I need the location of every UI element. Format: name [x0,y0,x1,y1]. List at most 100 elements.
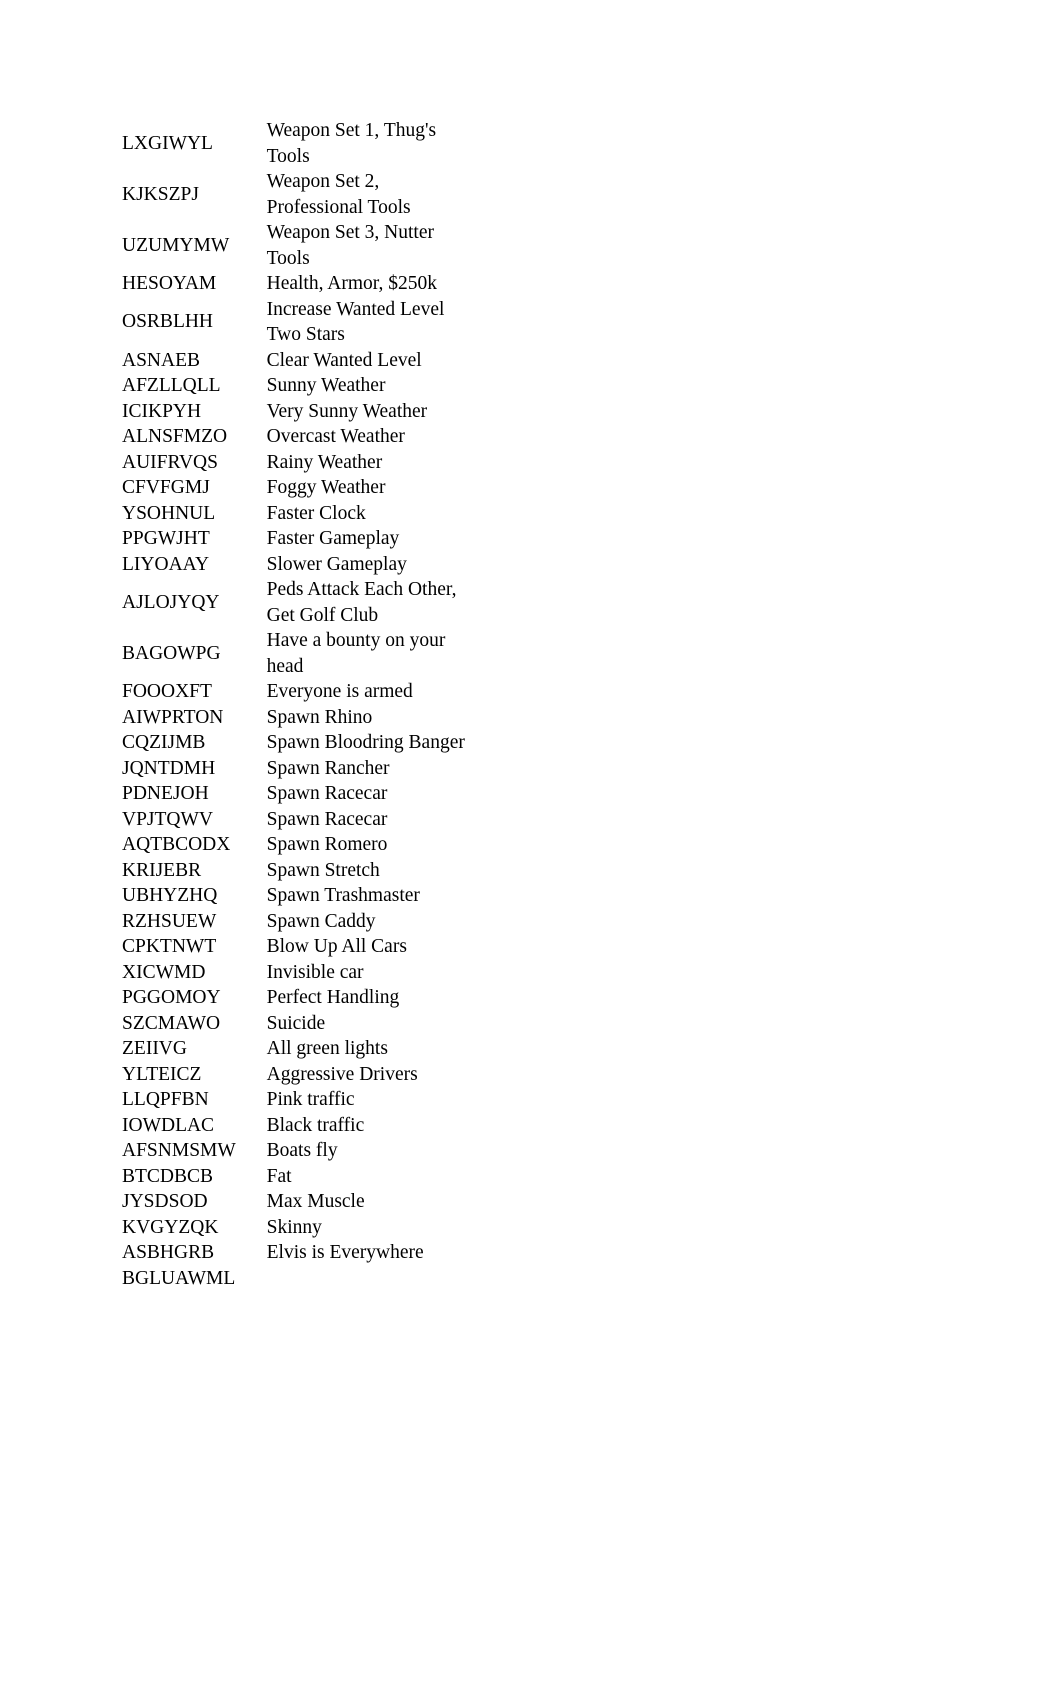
cheat-code-cell: ASBHGRB [122,1242,215,1263]
cheat-description-cell: Sunny Weather [266,375,386,396]
cheat-description-cell: Very Sunny Weather [266,400,428,422]
cheat-code-cell: KJKSZPJ [122,183,199,205]
cheat-code-cell: JYSDSOD [122,1191,208,1212]
cheat-code-cell: XICWMD [122,961,206,983]
cheat-code-cell: AFSNMSMW [122,1140,236,1161]
table-row: BTCDBCB Fat [122,1164,472,1190]
cheat-description-cell: Boats fly [266,1140,338,1161]
cheat-description-cell: Health, Armor, $250k [266,273,437,294]
table-row: LLQPFBN Pink traffic [122,1087,472,1113]
table-row: AJLOJYQY Peds Attack Each Other, Get Golf… [122,577,472,628]
table-row: YLTEICZ Aggressive Drivers [122,1062,472,1088]
cheat-code-cell: ICIKPYH [122,400,202,422]
cheat-description-cell: Spawn Bloodring Banger [266,732,465,753]
cheat-code-table-left-body: LXGIWYL Weapon Set 1, Thug's Tools KJKSZPJ… [122,118,472,1291]
table-row: BGLUAWML [122,1266,472,1292]
cheat-description-cell: Fat [266,1165,292,1187]
cheat-code-cell: AIWPRTON [122,706,224,728]
table-row: UBHYZHQ Spawn Trashmaster [122,883,472,909]
table-row: IOWDLAC Black traffic [122,1113,472,1139]
cheat-description-cell: Slower Gameplay [266,553,407,575]
cheat-description-cell: Weapon Set 3, Nutter Tools [266,222,434,269]
cheat-description-cell: Have a bounty on your head [266,630,446,677]
table-row: AUIFRVQS Rainy Weather [122,450,472,476]
table-row: ASBHGRB Elvis is Everywhere [122,1240,472,1266]
cheat-description-cell: Black traffic [266,1114,365,1136]
cheat-code-cell: AFZLLQLL [122,375,221,396]
table-row: LXGIWYL Weapon Set 1, Thug's Tools [122,118,472,169]
cheat-description-cell: Rainy Weather [266,451,383,473]
cheat-code-cell: CQZIJMB [122,732,206,753]
cheat-description-cell: Spawn Rhino [266,706,373,728]
cheat-description-cell: Spawn Rancher [266,757,390,779]
cheat-description-cell: Faster Gameplay [266,528,400,549]
cheat-description-cell: Spawn Caddy [266,910,376,932]
table-row: AIWPRTON Spawn Rhino [122,705,472,731]
cheat-description-cell: Elvis is Everywhere [266,1242,424,1263]
table-row: AQTBCODX Spawn Romero [122,832,472,858]
cheat-code-cell: BGLUAWML [122,1267,236,1289]
cheat-code-cell: LLQPFBN [122,1089,209,1110]
cheat-code-cell: BTCDBCB [122,1165,214,1187]
table-row: FOOOXFT Everyone is armed [122,679,472,705]
table-row: LIYOAAY Slower Gameplay [122,552,472,578]
cheat-description-cell: Spawn Romero [266,834,388,855]
cheat-code-cell: PDNEJOH [122,783,209,804]
table-row: KVGYZQK Skinny [122,1215,472,1241]
cheat-description-cell: Weapon Set 2, Professional Tools [266,171,411,218]
cheat-description-cell: Max Muscle [266,1191,365,1212]
cheat-code-cell: KRIJEBR [122,859,202,881]
table-row: PPGWJHT Faster Gameplay [122,526,472,552]
cheat-description-cell: All green lights [266,1038,388,1059]
cheat-description-cell: Spawn Trashmaster [266,885,420,906]
table-row: OSRBLHH Increase Wanted Level Two Stars [122,297,472,348]
cheat-description-cell: Aggressive Drivers [266,1063,418,1085]
cheat-code-cell: AQTBCODX [122,834,231,855]
table-row: ALNSFMZO Overcast Weather [122,424,472,450]
cheat-description-cell: Weapon Set 1, Thug's Tools [266,120,437,167]
cheat-description-cell: Clear Wanted Level [266,349,422,371]
table-row: KRIJEBR Spawn Stretch [122,858,472,884]
cheat-code-cell: PGGOMOY [122,987,221,1008]
table-row: AFSNMSMW Boats fly [122,1138,472,1164]
cheat-code-cell: YSOHNUL [122,502,216,524]
cheat-code-cell: CPKTNWT [122,936,217,957]
cheat-description-cell: Skinny [266,1216,322,1238]
cheat-code-cell: PPGWJHT [122,528,210,549]
cheat-code-cell: IOWDLAC [122,1114,215,1136]
cheat-code-cell: FOOOXFT [122,681,212,702]
cheat-code-cell: UZUMYMW [122,234,230,256]
table-row: ICIKPYH Very Sunny Weather [122,399,472,425]
cheat-code-cell: ZEIIVG [122,1038,187,1059]
cheat-description-cell: Overcast Weather [266,426,405,447]
cheat-description-cell: Spawn Racecar [266,783,388,804]
cheat-code-cell: ALNSFMZO [122,426,228,447]
cheat-code-cell: CFVFGMJ [122,477,210,498]
cheat-code-cell: LIYOAAY [122,553,210,575]
table-row: BAGOWPG Have a bounty on your head [122,628,472,679]
cheat-description-cell: Blow Up All Cars [266,936,407,957]
table-row: HESOYAM Health, Armor, $250k [122,271,472,297]
table-row: PDNEJOH Spawn Racecar [122,781,472,807]
cheat-code-cell: BAGOWPG [122,642,221,664]
table-row: JQNTDMH Spawn Rancher [122,756,472,782]
cheat-description-cell: Peds Attack Each Other, Get Golf Club [266,579,457,626]
table-row: KJKSZPJ Weapon Set 2, Professional Tools [122,169,472,220]
cheat-description-cell [267,1266,472,1292]
cheat-code-cell: OSRBLHH [122,311,214,333]
cheat-code-cell: ASNAEB [122,349,201,371]
cheat-description-cell: Suicide [266,1012,326,1034]
cheat-description-cell: Spawn Stretch [266,859,380,881]
cheat-description-cell: Pink traffic [266,1089,355,1110]
table-row: SZCMAWO Suicide [122,1011,472,1037]
cheat-code-cell: YLTEICZ [122,1063,202,1085]
table-row: CFVFGMJ Foggy Weather [122,475,472,501]
table-row: CQZIJMB Spawn Bloodring Banger [122,730,472,756]
table-row: JYSDSOD Max Muscle [122,1189,472,1215]
cheat-description-cell: Faster Clock [266,502,366,524]
cheat-code-cell: AJLOJYQY [122,591,220,613]
cheat-code-cell: RZHSUEW [122,910,217,932]
cheat-code-cell: UBHYZHQ [122,885,218,906]
table-row: UZUMYMW Weapon Set 3, Nutter Tools [122,220,472,271]
cheat-code-cell: SZCMAWO [122,1012,221,1034]
